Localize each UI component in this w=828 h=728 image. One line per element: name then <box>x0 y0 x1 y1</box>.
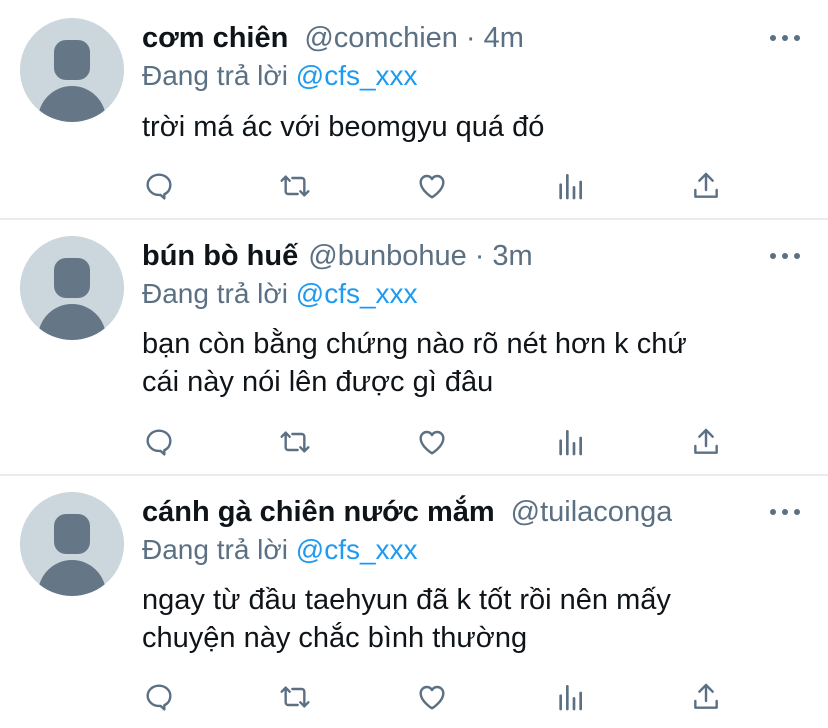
tweet-divider <box>0 474 828 476</box>
like-button[interactable] <box>412 677 452 717</box>
reply-icon <box>146 429 172 456</box>
share-button[interactable] <box>686 677 726 717</box>
avatar-head <box>54 258 90 298</box>
display-name[interactable]: bún bò huế <box>142 240 298 273</box>
more-icon[interactable] <box>770 32 800 44</box>
replying-to: Đang trả lời @cfs_xxx <box>142 60 418 92</box>
reply-button[interactable] <box>139 166 179 206</box>
avatar-body <box>38 304 106 340</box>
display-name[interactable]: cơm chiên <box>142 22 288 55</box>
timestamp[interactable]: · 4m <box>466 22 524 55</box>
mention-link[interactable]: @cfs_xxx <box>296 534 418 565</box>
tweet-text: bạn còn bằng chứng nào rõ nét hơn k chứ … <box>142 325 792 401</box>
avatar-body <box>38 560 106 596</box>
analytics-icon <box>559 174 582 200</box>
reply-icon <box>146 684 172 711</box>
display-name[interactable]: cánh gà chiên nước mắm <box>142 496 495 529</box>
analytics-icon <box>559 685 582 711</box>
share-icon <box>694 683 718 709</box>
avatar-head <box>54 40 90 80</box>
analytics-button[interactable] <box>550 166 590 206</box>
like-button[interactable] <box>412 422 452 462</box>
reply-button[interactable] <box>139 677 179 717</box>
share-button[interactable] <box>686 422 726 462</box>
replying-to: Đang trả lời @cfs_xxx <box>142 534 418 566</box>
like-button[interactable] <box>412 166 452 206</box>
tweet-header: cánh gà chiên nước mắm @tuilaconga <box>142 492 672 532</box>
share-icon <box>694 428 718 454</box>
reply-button[interactable] <box>139 422 179 462</box>
avatar-body <box>38 86 106 122</box>
retweet-button[interactable] <box>275 422 315 462</box>
more-icon[interactable] <box>770 250 800 262</box>
replying-prefix: Đang trả lời <box>142 534 296 565</box>
tweet-text: trời má ác với beomgyu quá đó <box>142 108 792 146</box>
share-button[interactable] <box>686 166 726 206</box>
tweet-text-line: ngay từ đầu taehyun đã k tốt rồi nên mấy <box>142 584 671 616</box>
replying-prefix: Đang trả lời <box>142 60 296 91</box>
replying-to: Đang trả lời @cfs_xxx <box>142 278 418 310</box>
avatar[interactable] <box>20 236 124 340</box>
tweet-header: cơm chiên @comchien · 4m <box>142 18 524 58</box>
avatar[interactable] <box>20 18 124 122</box>
more-icon[interactable] <box>770 506 800 518</box>
user-handle[interactable]: @tuilaconga <box>511 496 673 529</box>
retweet-icon <box>280 431 310 453</box>
analytics-button[interactable] <box>550 422 590 462</box>
tweet-text-line: bạn còn bằng chứng nào rõ nét hơn k chứ <box>142 328 687 360</box>
analytics-icon <box>559 430 582 456</box>
analytics-button[interactable] <box>550 677 590 717</box>
avatar[interactable] <box>20 492 124 596</box>
mention-link[interactable]: @cfs_xxx <box>296 278 418 309</box>
user-handle[interactable]: @comchien <box>304 22 458 55</box>
retweet-button[interactable] <box>275 166 315 206</box>
tweet-text-line: trời má ác với beomgyu quá đó <box>142 111 545 143</box>
like-icon <box>419 685 445 710</box>
mention-link[interactable]: @cfs_xxx <box>296 60 418 91</box>
share-icon <box>694 172 718 198</box>
replying-prefix: Đang trả lời <box>142 278 296 309</box>
retweet-icon <box>280 175 310 197</box>
like-icon <box>419 174 445 199</box>
retweet-button[interactable] <box>275 677 315 717</box>
timestamp[interactable]: · 3m <box>475 240 533 273</box>
tweet-text: ngay từ đầu taehyun đã k tốt rồi nên mấy… <box>142 581 792 657</box>
tweet-text-line: cái này nói lên được gì đâu <box>142 366 494 398</box>
like-icon <box>419 430 445 455</box>
reply-icon <box>146 173 172 200</box>
tweet-header: bún bò huế @bunbohue · 3m <box>142 236 533 276</box>
avatar-head <box>54 514 90 554</box>
retweet-icon <box>280 686 310 708</box>
user-handle[interactable]: @bunbohue <box>308 240 466 273</box>
tweet-divider <box>0 218 828 220</box>
tweet-text-line: chuyện này chắc bình thường <box>142 622 528 654</box>
